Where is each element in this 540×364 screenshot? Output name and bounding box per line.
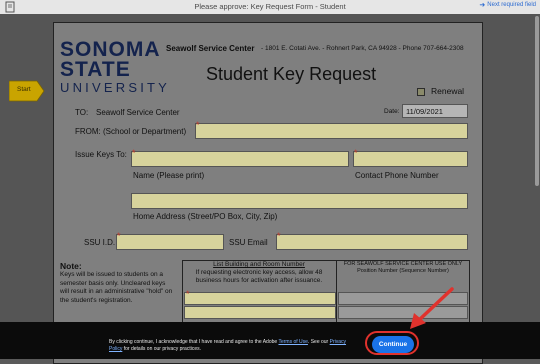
start-tag-label: Start: [17, 86, 31, 93]
date-field[interactable]: 11/09/2021: [402, 104, 468, 118]
logo-state: STATE: [60, 58, 131, 81]
to-value: Seawolf Service Center: [96, 108, 180, 117]
consent-text-before: By clicking continue, I acknowledge that…: [109, 339, 279, 345]
phone-required-marker: *: [354, 148, 358, 158]
name-field[interactable]: [131, 151, 349, 167]
phone-caption: Contact Phone Number: [355, 171, 439, 180]
address-caption: Home Address (Street/PO Box, City, Zip): [133, 212, 278, 221]
logo-university: UNIVERSITY: [60, 80, 171, 95]
room-field-1[interactable]: [184, 292, 336, 305]
phone-field[interactable]: [353, 151, 468, 167]
table-header-left-title: List Building and Room Number: [213, 261, 305, 268]
scrollbar[interactable]: [535, 16, 539, 186]
room-required-marker: *: [186, 289, 190, 299]
ssu-id-required-marker: *: [117, 231, 121, 241]
next-required-field-link[interactable]: ➜ Next required field: [479, 1, 536, 9]
room-field-2[interactable]: [184, 306, 336, 319]
from-required-marker: *: [196, 120, 200, 130]
consent-text-after: for details on our privacy practices.: [122, 346, 201, 352]
start-tag[interactable]: Start: [9, 80, 45, 102]
from-department-field[interactable]: [195, 123, 468, 139]
pointer-arrow-icon: [410, 287, 454, 329]
note-title: Note:: [60, 261, 82, 271]
logo-sonoma: SONOMA: [60, 38, 161, 61]
next-arrow-icon: ➜: [479, 2, 486, 9]
top-bar: Please approve: Key Request Form - Stude…: [0, 0, 540, 14]
consent-text: By clicking continue, I acknowledge that…: [109, 339, 349, 353]
terms-of-use-link[interactable]: Terms of Use: [278, 339, 307, 345]
ssu-email-required-marker: *: [277, 231, 281, 241]
note-body: Keys will be issued to students on a sem…: [60, 271, 173, 304]
continue-button[interactable]: Continue: [372, 336, 414, 353]
table-divider: [336, 260, 337, 326]
service-center-name: Seawolf Service Center: [166, 44, 255, 53]
service-center-address: - 1801 E. Cotati Ave. - Rohnert Park, CA…: [261, 45, 464, 52]
form-title: Student Key Request: [206, 64, 377, 84]
ssu-email-label: SSU Email: [229, 238, 268, 247]
ssu-id-field[interactable]: [116, 234, 224, 250]
table-header-right-title: FOR SEAWOLF SERVICE CENTER USE ONLY: [343, 261, 463, 267]
next-required-field-label: Next required field: [487, 2, 536, 8]
ssu-email-field[interactable]: [276, 234, 468, 250]
home-address-field[interactable]: [131, 193, 468, 209]
table-header-left: List Building and Room Number If request…: [184, 261, 334, 285]
ssu-id-label: SSU I.D.: [84, 238, 116, 247]
from-label: FROM: (School or Department): [75, 127, 187, 136]
to-label: TO:: [75, 108, 89, 117]
issue-keys-label: Issue Keys To:: [75, 150, 127, 159]
consent-text-mid: . See our: [307, 339, 330, 345]
table-header-left-sub: If requesting electronic key access, all…: [195, 269, 323, 284]
date-label: Date:: [384, 108, 400, 115]
window-title: Please approve: Key Request Form - Stude…: [194, 2, 346, 11]
table-header-right-sub: Position Number (Sequence Number): [357, 268, 449, 274]
renewal-label: Renewal: [431, 86, 465, 96]
renewal-checkbox[interactable]: [417, 88, 425, 96]
name-caption: Name (Please print): [133, 171, 205, 180]
name-required-marker: *: [132, 148, 136, 158]
table-header-right: FOR SEAWOLF SERVICE CENTER USE ONLY Posi…: [338, 261, 468, 275]
